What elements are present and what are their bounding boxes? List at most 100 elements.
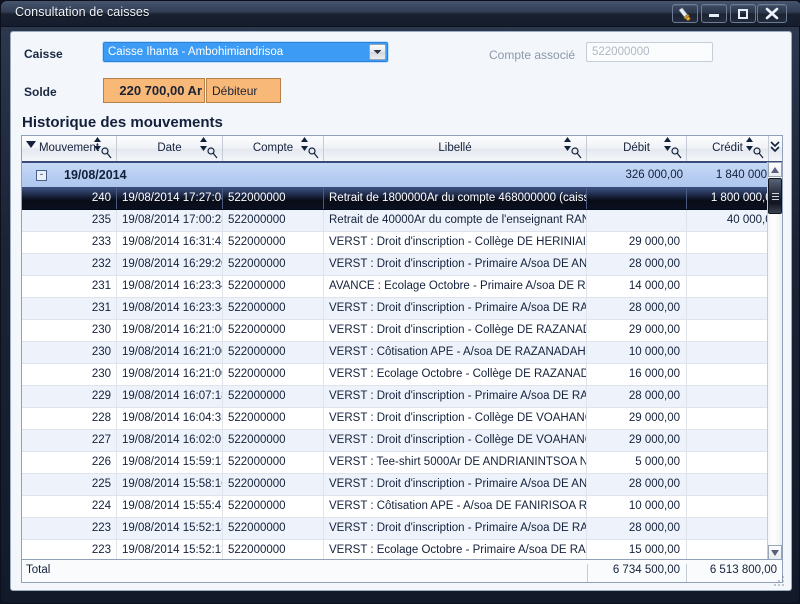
cell-debit: 29 000,00 xyxy=(587,408,687,429)
column-header-libelle[interactable]: Libellé xyxy=(324,136,587,161)
compte-associe-value: 522000000 xyxy=(592,46,650,58)
column-header-compte[interactable]: Compte xyxy=(223,136,324,161)
table-row[interactable]: 235 19/08/2014 17:00:28 522000000 Retrait d… xyxy=(22,210,769,232)
cell-date: 19/08/2014 16:29:20 xyxy=(117,254,223,275)
cell-compte: 522000000 xyxy=(223,452,324,473)
close-icon[interactable] xyxy=(757,4,787,23)
total-label: Total xyxy=(26,564,51,576)
cell-date: 19/08/2014 16:23:34 xyxy=(117,276,223,297)
table-row[interactable]: 226 19/08/2014 15:59:13 522000000 VERST : T… xyxy=(22,452,769,474)
scroll-down-icon[interactable] xyxy=(768,545,782,560)
cell-libelle: VERST : Ecolage Octobre - Primaire A/soa… xyxy=(324,540,587,560)
solde-state-box: Débiteur xyxy=(206,78,281,103)
table-row[interactable]: 230 19/08/2014 16:21:00 522000000 VERST : D… xyxy=(22,320,769,342)
table-row[interactable]: 231 19/08/2014 16:23:34 522000000 VERST : D… xyxy=(22,298,769,320)
cell-libelle: VERST : Côtisation APE - A/soa DE FANIRI… xyxy=(324,496,587,517)
solde-amount-value: 220 700,00 Ar xyxy=(119,83,202,98)
cell-date: 19/08/2014 16:21:00 xyxy=(117,342,223,363)
cell-compte: 522000000 xyxy=(223,210,324,231)
table-row[interactable]: 227 19/08/2014 16:02:01 522000000 VERST : D… xyxy=(22,430,769,452)
group-row[interactable]: - 19/08/2014 326 000,00 1 840 000,00 xyxy=(22,162,769,188)
cell-credit xyxy=(687,232,769,253)
column-chooser-icon[interactable] xyxy=(769,140,781,159)
cell-date: 19/08/2014 17:27:08 xyxy=(117,188,223,209)
resize-grip-icon[interactable] xyxy=(772,574,786,588)
table-row[interactable]: 230 19/08/2014 16:21:00 522000000 VERST : E… xyxy=(22,364,769,386)
scrollbar-thumb[interactable] xyxy=(768,178,782,214)
table-row[interactable]: 231 19/08/2014 16:23:34 522000000 AVANCE : … xyxy=(22,276,769,298)
column-header-debit[interactable]: Débit xyxy=(587,136,687,161)
cell-libelle: VERST : Droit d'inscription - Collège DE… xyxy=(324,408,587,429)
table-row[interactable]: 232 19/08/2014 16:29:20 522000000 VERST : D… xyxy=(22,254,769,276)
chevron-down-icon[interactable] xyxy=(369,44,386,60)
cell-compte: 522000000 xyxy=(223,254,324,275)
cell-libelle: VERST : Droit d'inscription - Primaire A… xyxy=(324,518,587,539)
cell-debit: 5 000,00 xyxy=(587,452,687,473)
cell-debit: 29 000,00 xyxy=(587,320,687,341)
cell-credit xyxy=(687,408,769,429)
cell-compte: 522000000 xyxy=(223,188,324,209)
caisse-select-value: Caisse Ihanta - Ambohimiandrisoa xyxy=(108,46,284,58)
column-header-credit[interactable]: Crédit xyxy=(687,136,769,161)
cell-libelle: VERST : Droit d'inscription - Collège DE… xyxy=(324,320,587,341)
cell-date: 19/08/2014 16:31:45 xyxy=(117,232,223,253)
table-row[interactable]: 228 19/08/2014 16:04:35 522000000 VERST : D… xyxy=(22,408,769,430)
cell-compte: 522000000 xyxy=(223,320,324,341)
cell-date: 19/08/2014 17:00:28 xyxy=(117,210,223,231)
caisse-select[interactable]: Caisse Ihanta - Ambohimiandrisoa xyxy=(103,42,388,62)
cell-libelle: AVANCE : Ecolage Octobre - Primaire A/so… xyxy=(324,276,587,297)
cell-compte: 522000000 xyxy=(223,386,324,407)
table-row[interactable]: 240 19/08/2014 17:27:08 522000000 Retrait d… xyxy=(22,188,769,210)
cell-compte: 522000000 xyxy=(223,518,324,539)
cell-debit: 10 000,00 xyxy=(587,342,687,363)
scroll-up-icon[interactable] xyxy=(768,162,782,177)
cell-debit: 28 000,00 xyxy=(587,518,687,539)
compte-associe-field[interactable]: 522000000 xyxy=(586,42,713,62)
group-row-debit: 326 000,00 xyxy=(625,169,683,181)
collapse-icon[interactable]: - xyxy=(36,170,47,181)
cell-mouvement: 232 xyxy=(22,254,117,275)
cell-date: 19/08/2014 15:58:16 xyxy=(117,474,223,495)
cell-mouvement: 230 xyxy=(22,364,117,385)
grid-body[interactable]: -19/08/2014326 000,001 840 000,0024019/0… xyxy=(22,162,769,560)
column-header-mouvement[interactable]: Mouvement xyxy=(22,136,117,161)
brush-icon[interactable] xyxy=(672,4,698,23)
table-row[interactable]: 230 19/08/2014 16:21:00 522000000 VERST : C… xyxy=(22,342,769,364)
column-header-date[interactable]: Date xyxy=(117,136,223,161)
cell-date: 19/08/2014 15:59:13 xyxy=(117,452,223,473)
cell-mouvement: 240 xyxy=(22,188,117,209)
cell-credit xyxy=(687,254,769,275)
column-header-libelle-label: Libellé xyxy=(438,142,472,154)
table-row[interactable]: 225 19/08/2014 15:58:16 522000000 VERST : D… xyxy=(22,474,769,496)
table-row[interactable]: 223 19/08/2014 15:52:13 522000000 VERST : E… xyxy=(22,540,769,560)
cell-credit xyxy=(687,298,769,319)
cell-debit: 28 000,00 xyxy=(587,254,687,275)
table-row[interactable]: 229 19/08/2014 16:07:18 522000000 VERST : D… xyxy=(22,386,769,408)
minimize-icon[interactable] xyxy=(701,4,727,23)
solde-label: Solde xyxy=(24,85,57,99)
cell-libelle: VERST : Droit d'inscription - Primaire A… xyxy=(324,474,587,495)
cell-debit: 15 000,00 xyxy=(587,540,687,560)
cell-libelle: Retrait de 1800000Ar du compte 468000000… xyxy=(324,188,587,209)
table-row[interactable]: 224 19/08/2014 15:55:47 522000000 VERST : C… xyxy=(22,496,769,518)
group-row-credit: 1 840 000,00 xyxy=(715,169,769,181)
table-row[interactable]: 223 19/08/2014 15:52:13 522000000 VERST : D… xyxy=(22,518,769,540)
cell-libelle: VERST : Ecolage Octobre - Collège DE RAZ… xyxy=(324,364,587,385)
title-bar[interactable]: Consultation de caisses xyxy=(1,1,800,27)
cell-debit: 16 000,00 xyxy=(587,364,687,385)
cell-mouvement: 233 xyxy=(22,232,117,253)
cell-debit: 29 000,00 xyxy=(587,430,687,451)
table-row[interactable]: 233 19/08/2014 16:31:45 522000000 VERST : D… xyxy=(22,232,769,254)
vertical-scrollbar[interactable] xyxy=(767,162,782,560)
solde-amount-box: 220 700,00 Ar xyxy=(103,78,205,103)
cell-credit xyxy=(687,320,769,341)
cell-compte: 522000000 xyxy=(223,298,324,319)
cell-credit xyxy=(687,430,769,451)
maximize-icon[interactable] xyxy=(730,4,756,23)
cell-libelle: VERST : Droit d'inscription - Collège DE… xyxy=(324,232,587,253)
cell-date: 19/08/2014 16:21:00 xyxy=(117,364,223,385)
total-debit: 6 734 500,00 xyxy=(587,564,687,582)
cell-debit: 28 000,00 xyxy=(587,474,687,495)
cell-libelle: VERST : Droit d'inscription - Primaire A… xyxy=(324,298,587,319)
cell-mouvement: 226 xyxy=(22,452,117,473)
